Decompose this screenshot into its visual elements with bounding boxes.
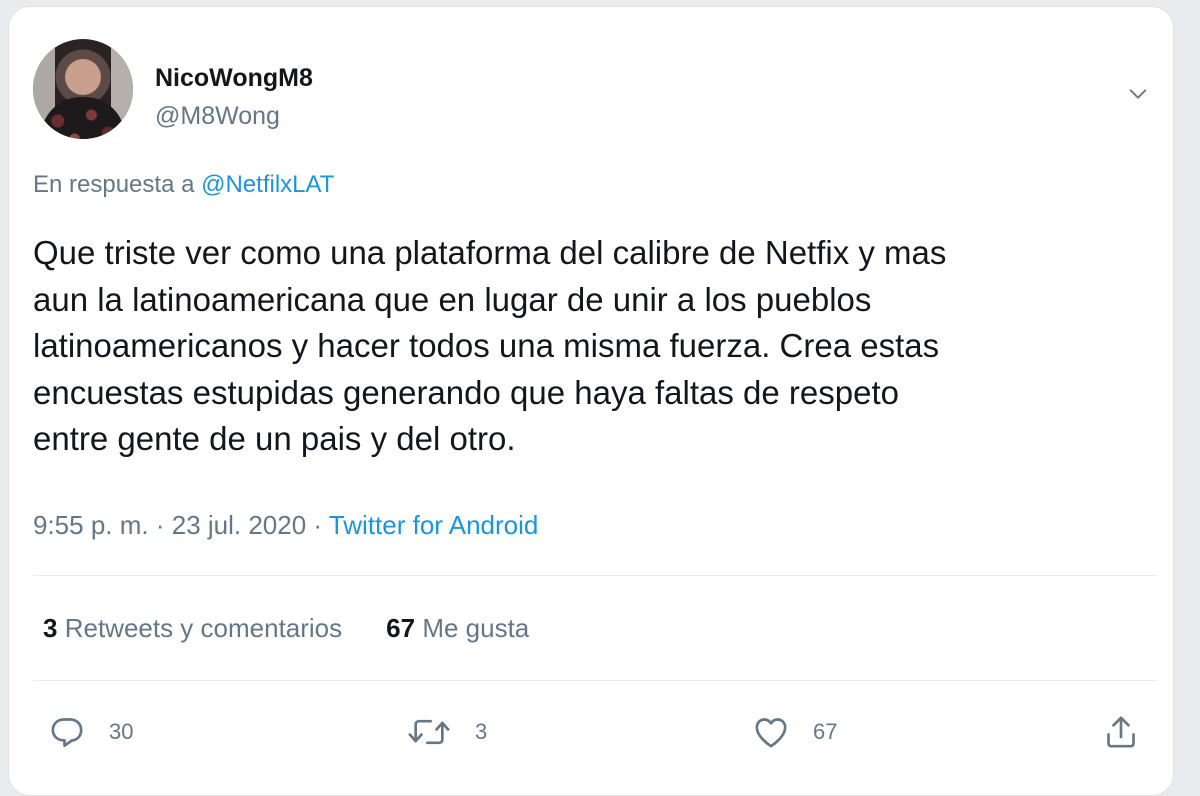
like-icon — [751, 712, 791, 752]
tweet-card: NicoWongM8 @M8Wong En respuesta a @Netfi… — [8, 6, 1174, 796]
meta-separator: · — [148, 510, 172, 540]
reply-prefix: En respuesta a — [33, 171, 202, 198]
divider — [33, 575, 1157, 576]
likes-stat[interactable]: 67 Me gusta — [386, 613, 529, 644]
retweet-icon — [405, 712, 453, 752]
engagement-stats: 3 Retweets y comentarios 67 Me gusta — [43, 613, 529, 644]
tweet-source-link[interactable]: Twitter for Android — [329, 510, 539, 540]
action-bar: 30 3 67 — [9, 709, 1175, 755]
retweets-count: 3 — [43, 613, 58, 643]
tweet-meta: 9:55 p. m. · 23 jul. 2020 · Twitter for … — [33, 510, 538, 541]
tweet-text: Que triste ver como una plataforma del c… — [33, 234, 947, 457]
reply-button[interactable]: 30 — [47, 709, 133, 755]
retweets-stat[interactable]: 3 Retweets y comentarios — [43, 613, 342, 644]
avatar[interactable] — [33, 39, 133, 139]
display-name[interactable]: NicoWongM8 — [155, 64, 313, 93]
reply-count: 30 — [109, 719, 134, 744]
likes-count: 67 — [386, 613, 416, 643]
likes-label: Me gusta — [422, 613, 530, 643]
share-button[interactable] — [1101, 709, 1141, 755]
reply-mention-link[interactable]: @NetfilxLAT — [201, 171, 334, 198]
reply-icon — [47, 712, 87, 752]
divider — [33, 680, 1157, 681]
share-icon — [1101, 712, 1141, 752]
tweet-date[interactable]: 23 jul. 2020 — [172, 510, 306, 540]
tweet-time[interactable]: 9:55 p. m. — [33, 510, 149, 540]
like-count: 67 — [813, 719, 838, 744]
reply-context: En respuesta a @NetfilxLAT — [33, 171, 334, 199]
retweet-button[interactable]: 3 — [405, 709, 487, 755]
retweets-label: Retweets y comentarios — [64, 613, 343, 643]
chevron-down-icon[interactable] — [1123, 79, 1153, 109]
retweet-count: 3 — [475, 719, 488, 744]
like-button[interactable]: 67 — [751, 709, 837, 755]
user-handle[interactable]: @M8Wong — [155, 102, 280, 131]
meta-separator-2: · — [306, 510, 329, 540]
